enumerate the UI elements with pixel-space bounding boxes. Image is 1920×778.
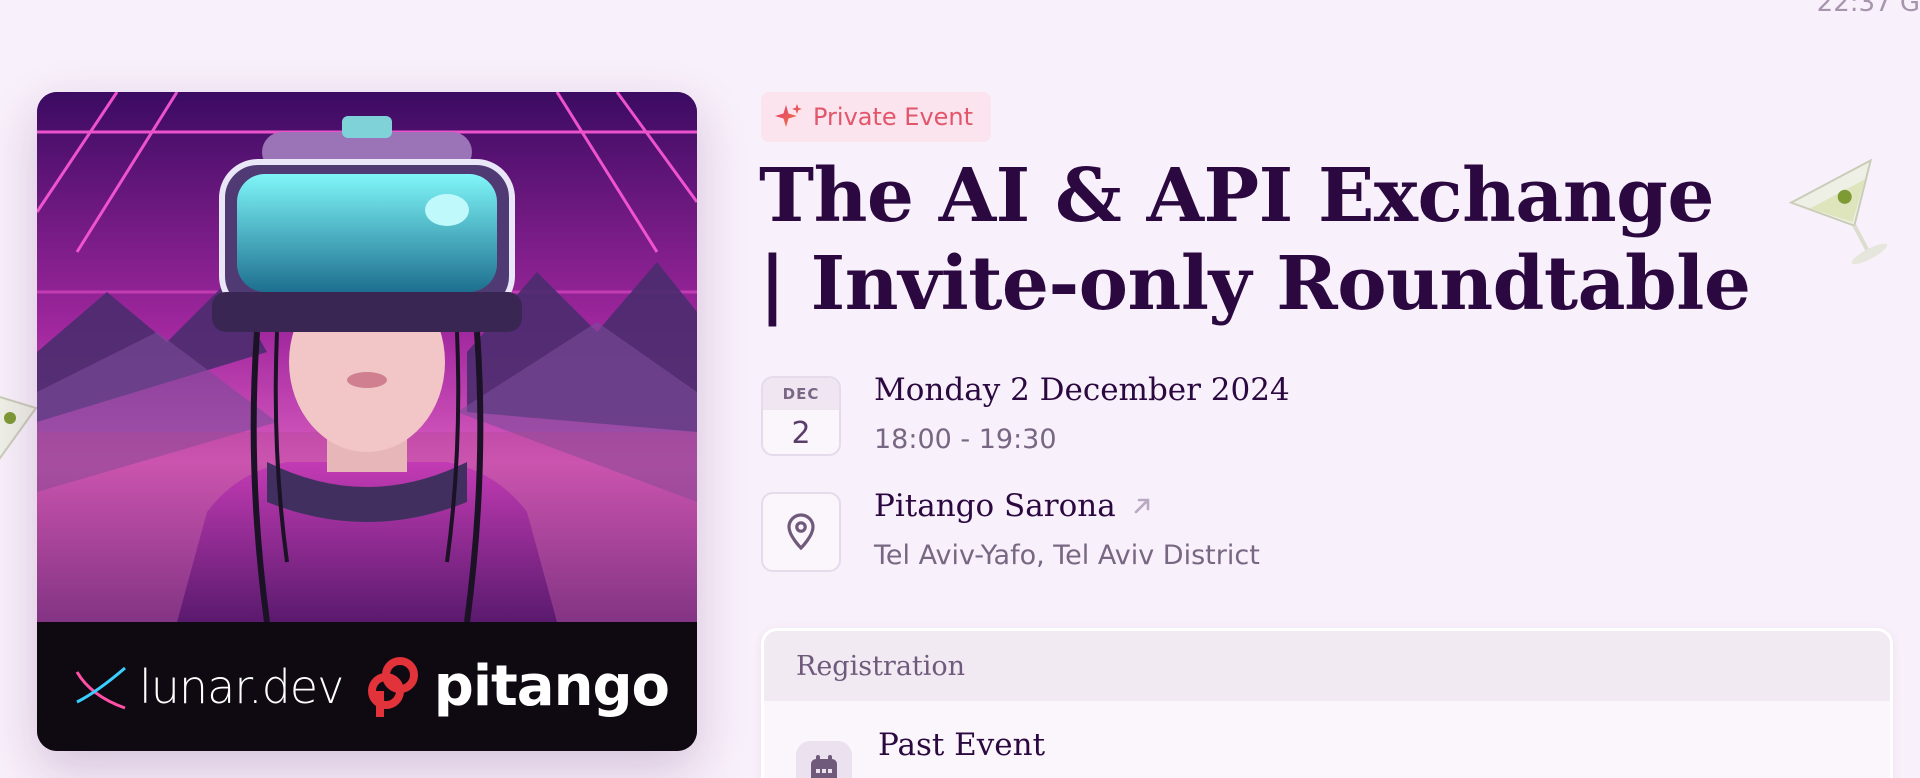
pitango-logo: pitango: [366, 654, 670, 719]
event-cover-image: lunar.dev pitango: [37, 92, 697, 751]
location-name[interactable]: Pitango Sarona: [874, 488, 1116, 524]
sponsor-logo-band: lunar.dev pitango: [37, 622, 697, 751]
location-tile: [761, 492, 841, 572]
registration-body: Past Event: [764, 701, 1890, 778]
event-date-full: Monday 2 December 2024: [874, 372, 1290, 408]
location-link[interactable]: Pitango Sarona: [874, 488, 1154, 524]
martini-glass-icon: [0, 396, 38, 460]
martini-glass-icon: [1788, 158, 1888, 265]
registration-card: Registration Past Event: [761, 628, 1893, 778]
sparkle-icon: [775, 104, 802, 127]
pitango-wordmark: pitango: [433, 654, 670, 719]
date-calendar-tile: DEC 2: [761, 376, 841, 456]
registration-status: Past Event: [878, 727, 1046, 763]
date-month: DEC: [763, 378, 839, 410]
external-arrow-icon[interactable]: [1130, 494, 1154, 518]
cover-illustration: [37, 92, 697, 622]
badge-label: Private Event: [813, 103, 974, 131]
event-time: 18:00 - 19:30: [874, 424, 1057, 455]
date-day: 2: [791, 415, 811, 451]
lunar-swoosh-icon: [75, 666, 126, 709]
pitango-mark-icon: [367, 656, 418, 717]
calendar-icon-tile: [796, 741, 852, 778]
event-title: The AI & API Exchange | Invite-only Roun…: [759, 153, 1751, 327]
location-area: Tel Aviv-Yafo, Tel Aviv District: [874, 540, 1260, 571]
calendar-icon: [811, 755, 837, 778]
map-pin-icon: [787, 513, 815, 551]
private-event-badge: Private Event: [761, 92, 992, 142]
date-full-text: Monday 2 December 2024: [874, 372, 1290, 408]
status-clock: 22:37 G: [1816, 0, 1920, 18]
registration-heading: Registration: [764, 631, 1890, 701]
lunar-dev-wordmark: lunar.dev: [139, 659, 344, 714]
lunar-dev-logo: lunar.dev: [73, 659, 344, 714]
